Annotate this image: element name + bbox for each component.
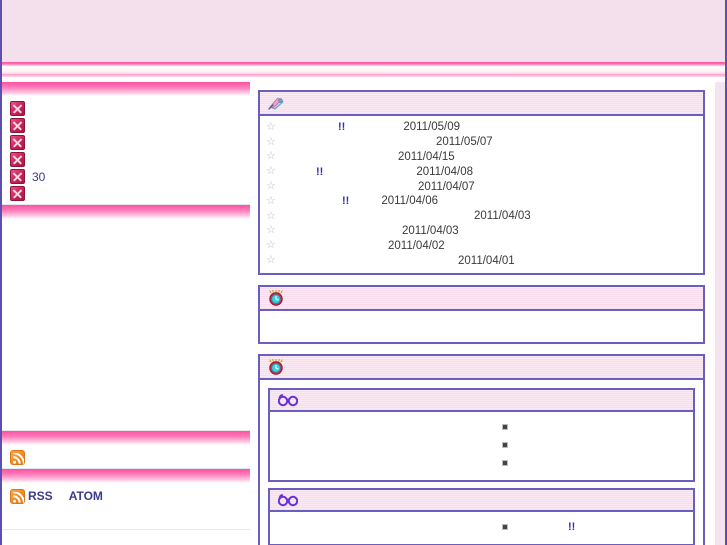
broken-image-icon: [10, 152, 25, 167]
broken-image-icon: [10, 186, 25, 201]
inner-panel-header: [270, 489, 693, 512]
entry-date: 2011/04/15: [398, 150, 455, 163]
entry-date: 2011/05/07: [436, 136, 493, 149]
bullet-icon: [502, 441, 508, 448]
sidebar-feed-links-pad: [2, 505, 250, 527]
entry-row[interactable]: ☆ 2011/04/07: [260, 179, 703, 194]
broken-image-icon: [10, 169, 25, 184]
entry-date: 2011/04/03: [474, 210, 531, 223]
sidebar-item-3[interactable]: [2, 134, 250, 151]
broken-image-icon: [10, 118, 25, 133]
entry-date: 2011/04/01: [458, 254, 515, 267]
star-icon: ☆: [266, 224, 276, 237]
list-item[interactable]: [270, 436, 693, 454]
inner-panel-body: [270, 411, 693, 480]
list-item[interactable]: !!: [270, 518, 693, 536]
rss-icon: [10, 450, 25, 465]
entry-row[interactable]: ☆ 2011/04/03: [260, 209, 703, 224]
sidebar-item-6[interactable]: [2, 185, 250, 202]
entry-row[interactable]: ☆ 2011/04/02: [260, 238, 703, 253]
entry-date: 2011/04/08: [416, 165, 474, 178]
sidebar-feed-row[interactable]: [2, 449, 250, 466]
sidebar-block-empty-tall: [2, 219, 250, 431]
sidebar-item-count-label: 30: [32, 169, 46, 184]
inner-panel-category-a: [268, 387, 695, 482]
panel-body: ☆!! 2011/05/09 ☆ 2011/05/07 ☆ 2011/04/15 ☆!! 20…: [260, 116, 703, 273]
bullet-icon: [502, 459, 508, 466]
star-icon: ☆: [266, 209, 276, 222]
star-icon: ☆: [266, 120, 276, 133]
sidebar-block-cap-1: [2, 82, 250, 96]
sidebar-item-2[interactable]: [2, 117, 250, 134]
star-icon: ☆: [266, 135, 276, 148]
panel-recent-entries: ☆!! 2011/05/09 ☆ 2011/05/07 ☆ 2011/04/15 ☆!! 20…: [258, 90, 705, 275]
glasses-icon: [277, 393, 299, 407]
star-icon: ☆: [266, 254, 276, 267]
panel-body: !!: [260, 379, 703, 545]
entry-row[interactable]: ☆!! 2011/04/06: [260, 194, 703, 209]
broken-image-icon: [10, 101, 25, 116]
panel-archive: [258, 284, 705, 344]
pin-icon: [268, 95, 286, 111]
sidebar-block-cap-3: [2, 431, 250, 445]
sidebar: 30 RSS ATOM: [2, 82, 250, 545]
list-item[interactable]: [270, 418, 693, 436]
feed-links-row: RSS ATOM: [2, 487, 250, 505]
star-icon: ☆: [266, 180, 276, 193]
main-content: ☆!! 2011/05/09 ☆ 2011/05/07 ☆ 2011/04/15 ☆!! 20…: [258, 90, 713, 545]
rss-icon: [10, 488, 25, 504]
entry-row[interactable]: ☆!! 2011/04/08: [260, 164, 703, 179]
inner-panel-body: !!: [270, 511, 693, 544]
entry-date: 2011/04/06: [381, 195, 439, 208]
site-header-banner: [2, 0, 725, 62]
new-badge: !!: [316, 165, 324, 178]
panel-header: [260, 286, 703, 311]
entry-row[interactable]: ☆!! 2011/05/09: [260, 120, 703, 135]
alarm-clock-icon: [268, 289, 284, 306]
sidebar-item-4[interactable]: [2, 151, 250, 168]
star-icon: ☆: [266, 239, 276, 252]
right-rail: [715, 82, 725, 545]
sidebar-empty-area: [2, 223, 250, 428]
panel-body: [260, 310, 703, 342]
sidebar-block-feed: [2, 445, 250, 469]
star-icon: ☆: [266, 165, 276, 178]
panel-empty-area: [260, 314, 703, 337]
header-divider-highlight: [2, 66, 725, 74]
entry-row[interactable]: ☆ 2011/04/01: [260, 253, 703, 268]
new-badge: !!: [342, 195, 350, 208]
star-icon: ☆: [266, 150, 276, 163]
sidebar-block-cap-2: [2, 205, 250, 219]
panel-categories: !!: [258, 353, 705, 545]
star-icon: ☆: [266, 194, 276, 207]
panel-header: [260, 92, 703, 116]
entry-date: 2011/04/02: [388, 239, 445, 252]
new-badge: !!: [568, 520, 576, 533]
entry-row[interactable]: ☆ 2011/04/03: [260, 224, 703, 239]
sidebar-item-1[interactable]: [2, 100, 250, 117]
panel-header: [260, 355, 703, 380]
broken-image-icon: [10, 135, 25, 150]
entry-date: 2011/04/03: [402, 224, 459, 237]
sidebar-block-cap-4: [2, 469, 250, 483]
glasses-icon: [277, 493, 299, 507]
sidebar-block-links: 30: [2, 96, 250, 205]
new-badge: !!: [338, 121, 346, 134]
page-root: 30 RSS ATOM ☆ !! 2011/05/09 ☆ 2011/05/07…: [0, 0, 727, 545]
sidebar-item-5[interactable]: 30: [2, 168, 250, 185]
sidebar-block-feed-links: RSS ATOM: [2, 483, 250, 530]
rss-link[interactable]: RSS: [28, 489, 53, 503]
bullet-icon: [502, 423, 508, 430]
entry-row[interactable]: ☆ 2011/04/15: [260, 150, 703, 165]
entry-date: 2011/04/07: [418, 180, 475, 193]
inner-panel-category-b: !!: [268, 487, 695, 545]
atom-link[interactable]: ATOM: [69, 489, 103, 503]
inner-panel-header: [270, 389, 693, 412]
entry-date: 2011/05/09: [403, 121, 461, 134]
list-item[interactable]: [270, 454, 693, 472]
bullet-icon: [502, 523, 508, 530]
entry-row[interactable]: ☆ 2011/05/07: [260, 135, 703, 150]
alarm-clock-icon: [268, 358, 284, 375]
